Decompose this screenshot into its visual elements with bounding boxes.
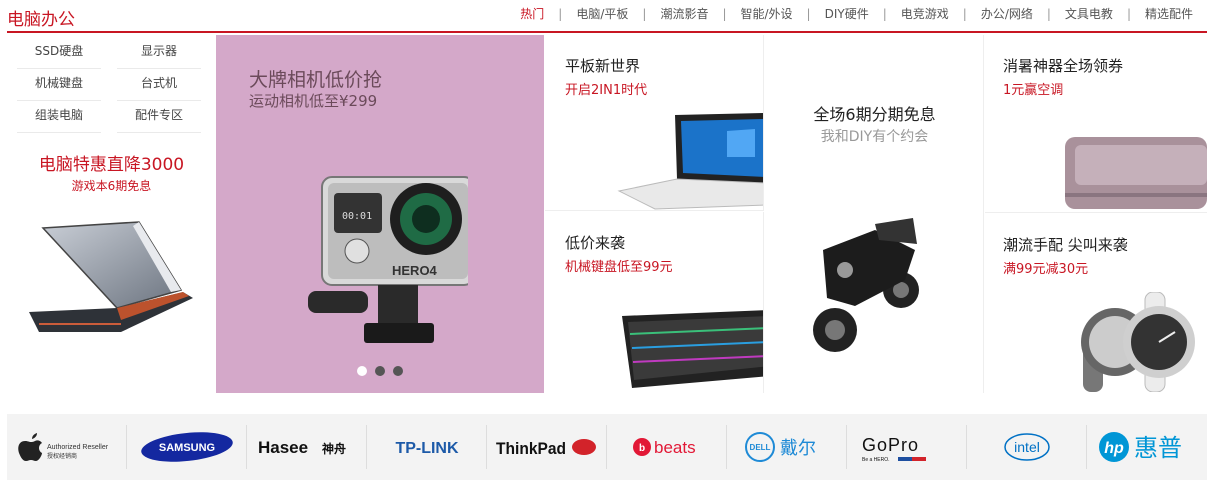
svg-text:GoPro: GoPro [862,435,919,455]
camera-model-label: HERO4 [392,263,438,278]
samsung-logo: SAMSUNG [140,432,233,462]
nav-item-hot[interactable]: 热门 [520,5,544,22]
tplink-logo: TP-LINK [395,440,459,457]
promo-aircon[interactable]: 消暑神器全场领券 1元赢空调 [985,35,1207,213]
carousel-dot[interactable] [375,366,385,376]
promo-installment[interactable]: 全场6期分期免息 我和DIY有个约会 [765,35,984,393]
nav-item-office-network[interactable]: 办公/网络 [981,5,1033,22]
section-header: 电脑办公 热门 | 电脑/平板 | 潮流影音 | 智能/外设 | DIY硬件 | 电竞游戏… [7,0,1207,33]
sidebar-link-custom-pc[interactable]: 组装电脑 [17,101,101,133]
promo-tablet-subtitle: 开启2IN1时代 [565,83,648,98]
brand-samsung[interactable]: SAMSUNG [127,425,247,469]
nav-separator: | [642,6,647,21]
nav-separator: | [558,6,563,21]
carousel-dot[interactable] [357,366,367,376]
gaming-laptop-image[interactable] [21,220,197,345]
svg-text:intel: intel [1014,439,1040,455]
nav-separator: | [722,6,727,21]
sidebar-link-mech-keyboard[interactable]: 机械键盘 [17,69,101,101]
nav-item-computer-tablet[interactable]: 电脑/平板 [576,5,628,22]
smartwatch-image [1081,292,1195,392]
hero-banner[interactable]: 大牌相机低价抢 运动相机低至¥299 00:01 HERO4 [216,35,544,393]
dell-logo: DELL 戴尔 [744,432,816,462]
brand-tplink[interactable]: TP-LINK [367,425,487,469]
promo-keyboard[interactable]: 低价来袭 机械键盘低至99元 [545,212,764,393]
brand-beats[interactable]: b beats [607,425,727,469]
banner-title: 大牌相机低价抢 [249,69,383,91]
apple-reseller-logo: Authorized Reseller 授权经销商 [17,433,109,461]
hp-logo: hp 惠普 [1099,432,1182,462]
sidebar-link-accessories[interactable]: 配件专区 [117,101,201,133]
nav-separator: | [806,6,811,21]
nav-item-accessories[interactable]: 精选配件 [1145,5,1193,22]
svg-text:戴尔: 戴尔 [780,438,816,459]
svg-text:Hasee: Hasee [258,438,308,457]
svg-text:beats: beats [654,438,696,457]
svg-text:ThinkPad: ThinkPad [496,439,566,458]
promo-tablet-title: 平板新世界 [565,57,641,75]
nav-item-diy-hardware[interactable]: DIY硬件 [825,5,869,22]
brand-dell[interactable]: DELL 戴尔 [727,425,847,469]
svg-text:神舟: 神舟 [322,441,346,456]
svg-text:授权经销商: 授权经销商 [47,452,77,460]
nav-item-esports[interactable]: 电竞游戏 [901,5,949,22]
nav-item-stationery[interactable]: 文具电教 [1065,5,1113,22]
promo-watch-subtitle: 满99元减30元 [1003,262,1089,277]
promo-installment-subtitle: 我和DIY有个约会 [820,129,929,145]
promo-aircon-title: 消暑神器全场领券 [1003,57,1124,75]
svg-text:00:01: 00:01 [342,211,372,222]
svg-text:SAMSUNG: SAMSUNG [158,442,214,454]
nav-item-smart-peripherals[interactable]: 智能/外设 [741,5,793,22]
nav-separator: | [1126,6,1131,21]
svg-text:hp: hp [1104,440,1124,457]
sidebar-link-monitor[interactable]: 显示器 [117,37,201,69]
sidebar-link-ssd[interactable]: SSD硬盘 [17,37,101,69]
svg-text:b: b [638,443,644,454]
svg-text:Be a HERO.: Be a HERO. [862,457,890,463]
sidebar-promo-subtitle: 游戏本6期免息 [71,179,152,193]
promo-keyboard-subtitle: 机械键盘低至99元 [565,260,673,275]
brand-intel[interactable]: intel [967,425,1087,469]
tablet-image [617,113,763,210]
beats-logo: b beats [632,438,696,457]
sidebar-panel: SSD硬盘 显示器 机械键盘 台式机 组装电脑 配件专区 电脑特惠直降3000 … [7,35,216,393]
nav-item-audio-video[interactable]: 潮流影音 [660,5,708,22]
sidebar-link-desktop[interactable]: 台式机 [117,69,201,101]
brand-strip: Authorized Reseller 授权经销商 SAMSUNG Hasee … [7,414,1207,480]
intel-logo: intel [1003,433,1050,461]
hasee-logo: Hasee 神舟 [258,438,346,457]
nav-separator: | [962,6,967,21]
gopro-logo: GoPro Be a HERO. [862,435,926,463]
sidebar-promo[interactable]: 电脑特惠直降3000 游戏本6期免息 [7,150,216,194]
svg-text:TP-LINK: TP-LINK [395,440,459,457]
promo-tablet[interactable]: 平板新世界 开启2IN1时代 [545,35,764,211]
sidebar-promo-title: 电脑特惠直降3000 [38,155,185,175]
brand-hp[interactable]: hp 惠普 [1087,425,1207,469]
keyboard-image [622,310,763,388]
brand-gopro[interactable]: GoPro Be a HERO. [847,425,967,469]
banner-subtitle: 运动相机低至¥299 [249,92,378,110]
brand-apple[interactable]: Authorized Reseller 授权经销商 [7,425,127,469]
promo-watch-title: 潮流手配 尖叫来袭 [1003,236,1128,254]
action-camera-image: 00:01 HERO4 [308,176,468,343]
category-nav: 热门 | 电脑/平板 | 潮流影音 | 智能/外设 | DIY硬件 | 电竞游戏 | 办公/… [520,5,1193,22]
promo-aircon-subtitle: 1元赢空调 [1003,83,1064,98]
promo-watch[interactable]: 潮流手配 尖叫来袭 满99元减30元 [985,214,1207,393]
section-title: 电脑办公 [7,10,75,30]
promo-installment-title: 全场6期分期免息 [813,105,936,124]
air-conditioner-image [1065,137,1207,209]
nav-separator: | [882,6,887,21]
carousel-dot[interactable] [393,366,403,376]
motorbike-image [813,218,919,352]
thinkpad-logo: ThinkPad [496,439,596,458]
promo-keyboard-title: 低价来袭 [565,234,626,252]
brand-hasee[interactable]: Hasee 神舟 [247,425,367,469]
svg-text:DELL: DELL [749,443,770,452]
svg-text:Authorized Reseller: Authorized Reseller [47,444,109,451]
brand-thinkpad[interactable]: ThinkPad [487,425,607,469]
svg-text:惠普: 惠普 [1134,434,1182,462]
carousel-dots [357,366,411,376]
nav-separator: | [1046,6,1051,21]
